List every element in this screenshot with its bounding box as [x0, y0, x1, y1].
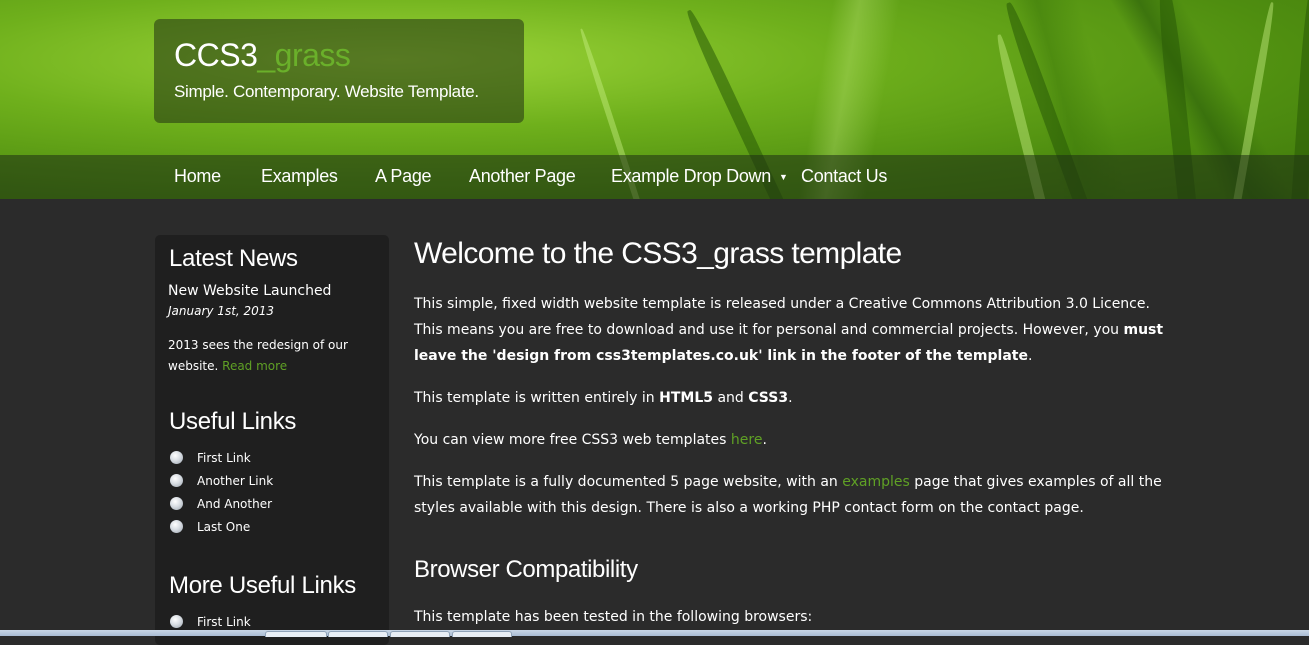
- paragraph-text: .: [762, 432, 767, 448]
- logo-box[interactable]: CCS3_grass Simple. Contemporary. Website…: [154, 19, 524, 123]
- paragraph-text: This template is a fully documented 5 pa…: [414, 474, 843, 490]
- nav-item-home[interactable]: Home: [174, 155, 221, 199]
- useful-link-item[interactable]: And Another: [169, 494, 273, 517]
- taskbar-button[interactable]: [328, 631, 388, 637]
- here-link[interactable]: here: [731, 432, 763, 448]
- nav-item-examples[interactable]: Examples: [261, 155, 338, 199]
- latest-news-heading: Latest News: [169, 245, 298, 272]
- site-title-accent: _grass: [257, 37, 351, 73]
- link-label: Last One: [197, 520, 251, 534]
- nav-item-example-drop-down[interactable]: Example Drop Down ▼: [611, 155, 788, 199]
- html5-paragraph: This template is written entirely in HTM…: [414, 385, 1164, 411]
- link-label: And Another: [197, 497, 273, 511]
- site-slogan: Simple. Contemporary. Website Template.: [174, 82, 479, 101]
- intro-paragraph: This simple, fixed width website templat…: [414, 291, 1164, 369]
- main-navigation: Home Examples A Page Another Page Exampl…: [0, 155, 1309, 199]
- paragraph-text: You can view more free CSS3 web template…: [414, 432, 731, 448]
- nav-item-another-page[interactable]: Another Page: [469, 155, 576, 199]
- news-item-body: 2013 sees the redesign of our website. R…: [168, 335, 378, 377]
- more-templates-paragraph: You can view more free CSS3 web template…: [414, 427, 1164, 453]
- useful-links-list: First Link Another Link And Another Last…: [169, 448, 273, 540]
- paragraph-text: This simple, fixed width website templat…: [414, 296, 1150, 338]
- sidebar: Latest News New Website Launched January…: [155, 235, 389, 645]
- nav-item-a-page[interactable]: A Page: [375, 155, 432, 199]
- taskbar-button[interactable]: [265, 631, 327, 637]
- bullet-icon: [170, 615, 183, 628]
- paragraph-text: This template is written entirely in: [414, 390, 660, 406]
- news-item-date: January 1st, 2013: [168, 304, 275, 318]
- taskbar-button[interactable]: [452, 631, 512, 637]
- link-label: First Link: [197, 615, 251, 629]
- os-taskbar: [0, 630, 1309, 637]
- site-title[interactable]: CCS3_grass: [174, 35, 351, 75]
- browser-compatibility-heading: Browser Compatibility: [414, 556, 638, 583]
- more-useful-links-heading: More Useful Links: [169, 572, 356, 599]
- read-more-link[interactable]: Read more: [222, 359, 287, 373]
- paragraph-text: and: [713, 390, 749, 406]
- link-label: Another Link: [197, 474, 274, 488]
- bullet-icon: [170, 520, 183, 533]
- tested-browsers-paragraph: This template has been tested in the fol…: [414, 609, 813, 625]
- paragraph-bold-text: HTML5: [659, 390, 713, 406]
- paragraph-text: .: [1027, 348, 1033, 364]
- useful-links-heading: Useful Links: [169, 408, 297, 435]
- caret-down-icon: ▼: [778, 172, 788, 183]
- news-item-title: New Website Launched: [168, 283, 332, 299]
- taskbar-button[interactable]: [390, 631, 450, 637]
- useful-link-item[interactable]: Another Link: [169, 471, 273, 494]
- nav-item-label: Example Drop Down: [611, 166, 771, 186]
- bullet-icon: [170, 474, 183, 487]
- useful-link-item[interactable]: First Link: [169, 448, 273, 471]
- site-title-main: CCS3: [174, 37, 258, 73]
- paragraph-bold-text: CSS3: [748, 390, 789, 406]
- page-title: Welcome to the CSS3_grass template: [414, 237, 902, 270]
- documented-paragraph: This template is a fully documented 5 pa…: [414, 469, 1164, 521]
- header-banner: CCS3_grass Simple. Contemporary. Website…: [0, 0, 1309, 199]
- bullet-icon: [170, 497, 183, 510]
- bullet-icon: [170, 451, 183, 464]
- link-label: First Link: [197, 451, 251, 465]
- paragraph-text: .: [788, 390, 793, 406]
- useful-link-item[interactable]: Last One: [169, 517, 273, 540]
- examples-link[interactable]: examples: [842, 474, 910, 490]
- nav-item-contact-us[interactable]: Contact Us: [801, 155, 887, 199]
